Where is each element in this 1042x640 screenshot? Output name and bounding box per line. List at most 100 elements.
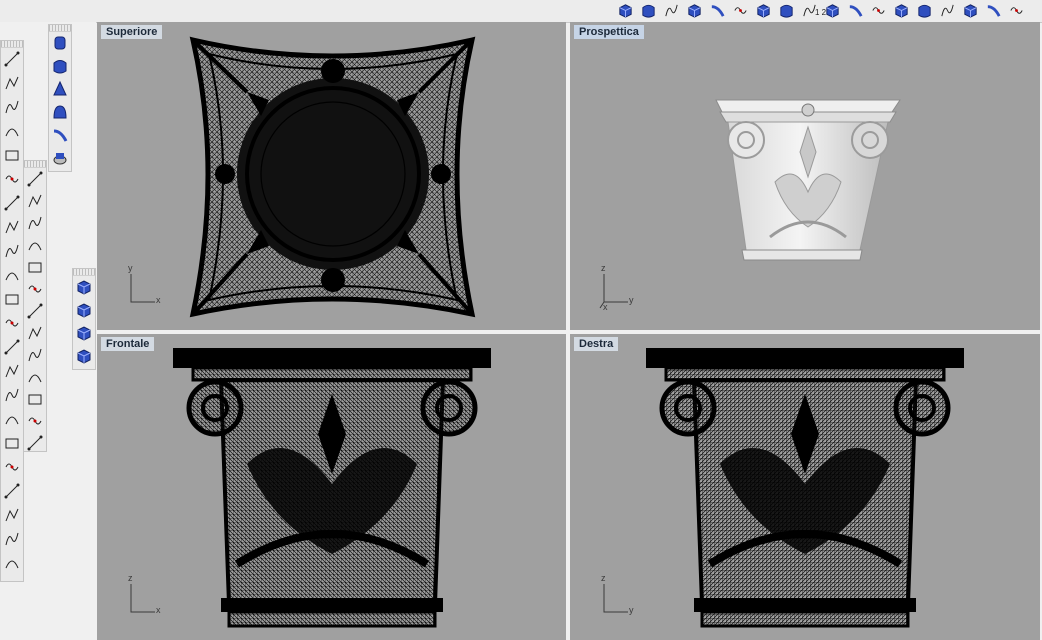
line-icon[interactable] <box>2 49 22 69</box>
box-3pt-icon[interactable] <box>74 323 94 343</box>
control-points-icon[interactable] <box>2 241 22 261</box>
palette-grip[interactable] <box>73 269 95 276</box>
box-icon-glyph <box>77 280 91 295</box>
divide-icon[interactable] <box>2 505 22 525</box>
network-surface-icon[interactable] <box>731 1 750 20</box>
sphere-icon[interactable] <box>662 1 681 20</box>
rectangle-vertical-icon[interactable] <box>25 235 45 255</box>
viewport-right[interactable]: Destra z y <box>570 334 1040 640</box>
arch-icon[interactable] <box>869 1 888 20</box>
palette-grip[interactable] <box>49 25 71 32</box>
palette-grip[interactable] <box>24 161 46 168</box>
line-icon-glyph <box>4 51 20 67</box>
arc-icon[interactable] <box>2 121 22 141</box>
blend-curve-icon[interactable] <box>2 337 22 357</box>
box-edge-icon[interactable] <box>639 1 658 20</box>
fillet-curve-icon[interactable] <box>2 289 22 309</box>
box-icon[interactable] <box>74 277 94 297</box>
viewport-top[interactable]: Superiore y x <box>97 22 566 330</box>
pipe-icon-glyph <box>849 5 863 17</box>
sweep-two-rail-icon[interactable] <box>984 1 1003 20</box>
loft-icon[interactable] <box>754 1 773 20</box>
pipe-icon[interactable] <box>846 1 865 20</box>
rounded-rectangle-icon[interactable] <box>25 257 45 277</box>
blend-curve-icon-glyph <box>4 339 20 355</box>
offset-icon[interactable] <box>2 265 22 285</box>
viewport-label[interactable]: Superiore <box>101 25 163 39</box>
viewport-label[interactable]: Prospettica <box>574 25 644 39</box>
axis-indicator: y x <box>125 263 175 312</box>
free-curve-icon[interactable] <box>2 217 22 237</box>
pyramid-icon[interactable] <box>50 79 70 99</box>
left-toolbar-area <box>0 22 96 640</box>
rebuild-icon[interactable] <box>2 457 22 477</box>
point-icon-glyph <box>5 150 19 161</box>
trim-icon[interactable] <box>2 433 22 453</box>
dome-icon[interactable] <box>50 102 70 122</box>
axis-label-vertical: z <box>128 573 133 583</box>
pyramid-icon-glyph <box>53 80 67 96</box>
axis-label-horizontal: x <box>156 605 161 615</box>
split-icon[interactable] <box>2 361 22 381</box>
viewport-label[interactable]: Destra <box>574 337 619 351</box>
point-grid-icon[interactable] <box>915 1 934 20</box>
cylinder-icon[interactable] <box>50 33 70 53</box>
bounding-box-icon[interactable] <box>892 1 911 20</box>
pipe-solid-icon[interactable] <box>50 125 70 145</box>
rectangle-3pt-icon[interactable] <box>25 213 45 233</box>
sphere-icon-glyph <box>665 4 678 17</box>
circle-tangent-icon[interactable] <box>25 433 45 453</box>
box-height-icon[interactable] <box>74 346 94 366</box>
palette-grip[interactable] <box>1 41 23 48</box>
box-height-icon-glyph <box>77 349 91 364</box>
sphere-grid-icon[interactable] <box>2 553 22 573</box>
curve-through-points-icon[interactable] <box>2 169 22 189</box>
rectangle-corner-icon-glyph <box>27 171 43 187</box>
explode-icon[interactable] <box>2 385 22 405</box>
arc-tangent-icon[interactable] <box>25 323 45 343</box>
capsule-icon[interactable] <box>50 56 70 76</box>
point-icon[interactable] <box>2 145 22 165</box>
join-icon[interactable] <box>2 409 22 429</box>
divide-icon-glyph <box>5 508 19 522</box>
bounding-box-icon-glyph <box>895 4 908 18</box>
arc-start-icon[interactable] <box>25 279 45 299</box>
extend-icon[interactable] <box>2 313 22 333</box>
cylinder-solid-icon[interactable] <box>708 1 727 20</box>
viewport-label[interactable]: Frontale <box>101 337 155 351</box>
plane-surface-icon[interactable] <box>685 1 704 20</box>
rectangle-center-icon[interactable] <box>25 191 45 211</box>
polyline-icon-glyph <box>5 76 19 90</box>
rectangle-corner-icon[interactable] <box>25 169 45 189</box>
pipe-solid-icon-glyph <box>53 129 68 142</box>
viewport-perspective[interactable]: Prospettica z y x <box>570 22 1040 330</box>
palette-solids <box>48 24 72 172</box>
unroll-icon[interactable] <box>1007 1 1026 20</box>
interp-curve-icon[interactable] <box>2 193 22 213</box>
capsule-icon-glyph <box>53 60 67 74</box>
extend-arc-icon[interactable] <box>25 367 45 387</box>
arc-center-icon[interactable] <box>25 301 45 321</box>
arc-3pt-icon[interactable] <box>25 345 45 365</box>
extrude-surface-icon[interactable] <box>938 1 957 20</box>
loft-icon-glyph <box>757 4 770 18</box>
truncated-cone-icon[interactable] <box>50 148 70 168</box>
offset-arc-icon[interactable] <box>25 411 45 431</box>
arch-icon-glyph <box>872 7 885 14</box>
axis-lines <box>130 274 155 303</box>
palette-curves <box>0 40 24 582</box>
spline-icon[interactable] <box>2 97 22 117</box>
polyline-icon[interactable] <box>2 73 22 93</box>
axis-indicator: z y x <box>598 263 648 312</box>
sweep-one-rail-icon[interactable] <box>961 1 980 20</box>
offset-arc-icon-glyph <box>28 417 42 425</box>
surface-from-points-icon[interactable] <box>616 1 635 20</box>
arc-corner-icon[interactable] <box>25 389 45 409</box>
point-on-curve-icon[interactable] <box>2 481 22 501</box>
viewport-front[interactable]: Frontale z x <box>97 334 566 640</box>
cylinder-solid-icon-glyph <box>711 5 725 17</box>
box-corner-icon[interactable] <box>74 300 94 320</box>
axis-label-vertical: z <box>601 263 606 273</box>
polygon-icon[interactable] <box>2 529 22 549</box>
patch-icon[interactable] <box>777 1 796 20</box>
